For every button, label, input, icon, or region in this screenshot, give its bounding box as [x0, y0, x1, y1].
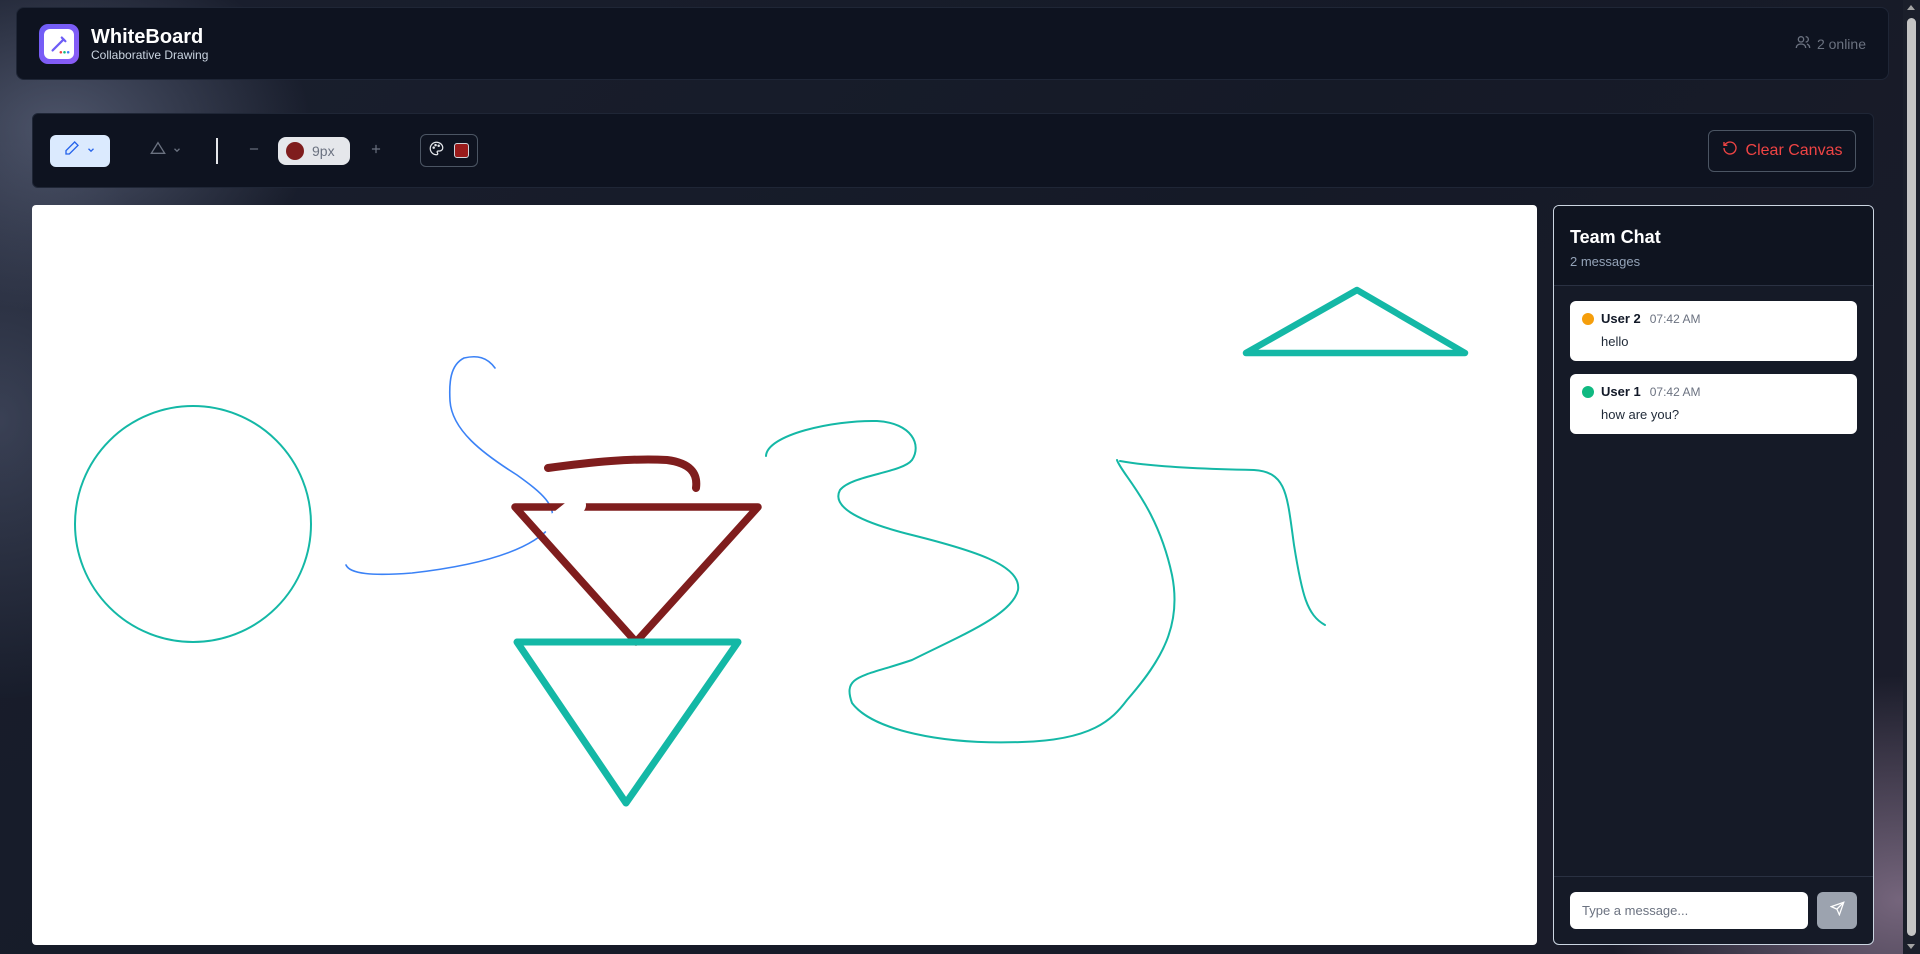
teal-triangle-top-right — [1242, 286, 1469, 357]
decrease-size-button[interactable] — [240, 135, 268, 167]
drawing-canvas[interactable] — [32, 205, 1537, 945]
message-time: 07:42 AM — [1649, 384, 1701, 399]
maroon-arc-stroke — [544, 455, 701, 492]
user-status-dot — [1582, 385, 1594, 398]
shape-tool-button[interactable] — [136, 135, 196, 167]
rotate-ccw-icon — [1722, 140, 1738, 161]
triangle-icon — [150, 140, 166, 161]
blue-freehand-stroke — [345, 355, 554, 576]
message-user: User 1 — [1601, 384, 1641, 399]
chat-message-count: 2 messages — [1570, 254, 1641, 269]
drawing-toolbar: 9px Clear Canvas — [32, 113, 1874, 188]
chat-title: Team Chat — [1570, 227, 1661, 247]
message-text: hello — [1601, 334, 1629, 349]
brush-size-value: 9px — [312, 142, 335, 159]
teal-circle-stroke — [74, 405, 312, 643]
team-chat-panel: Team Chat 2 messages User 2 07:42 AM hel… — [1553, 205, 1874, 945]
online-count: 2 online — [1816, 35, 1866, 52]
users-icon — [1795, 34, 1811, 53]
send-message-button[interactable] — [1817, 892, 1857, 929]
app-header: WhiteBoard Collaborative Drawing 2 onlin… — [16, 7, 1889, 80]
page-scrollbar[interactable] — [1903, 0, 1920, 954]
pencil-logo-icon — [44, 28, 74, 59]
pen-tool-button[interactable] — [50, 134, 110, 167]
chevron-down-icon — [172, 142, 182, 160]
teal-freehand-stroke-2 — [1119, 460, 1326, 626]
brush-color-dot — [286, 141, 304, 160]
chat-composer — [1554, 876, 1873, 944]
current-color-swatch — [454, 143, 469, 158]
increase-size-button[interactable] — [362, 135, 390, 167]
scroll-down-arrow-icon[interactable] — [1907, 944, 1915, 949]
app-title: WhiteBoard — [91, 25, 204, 48]
message-time: 07:42 AM — [1649, 311, 1701, 326]
chat-message-input[interactable] — [1570, 892, 1808, 929]
chat-message: User 2 07:42 AM hello — [1570, 301, 1857, 361]
color-picker-button[interactable] — [420, 134, 478, 167]
minus-icon — [247, 140, 261, 161]
message-text: how are you? — [1601, 407, 1680, 422]
plus-icon — [369, 140, 383, 161]
brush-size-display: 9px — [278, 136, 350, 165]
app-subtitle: Collaborative Drawing — [91, 47, 209, 62]
chat-messages: User 2 07:42 AM hello User 1 07:42 AM ho… — [1554, 286, 1873, 876]
pencil-icon — [64, 140, 80, 161]
chat-header: Team Chat 2 messages — [1554, 206, 1873, 286]
logo — [39, 23, 79, 64]
teal-freehand-stroke-1 — [765, 419, 1176, 744]
toolbar-divider — [216, 137, 218, 164]
teal-triangle-stroke — [513, 638, 742, 807]
online-indicator: 2 online — [1795, 34, 1866, 53]
scroll-thumb[interactable] — [1907, 18, 1916, 936]
message-user: User 2 — [1601, 311, 1641, 326]
clear-canvas-button[interactable]: Clear Canvas — [1708, 129, 1856, 172]
clear-canvas-label: Clear Canvas — [1745, 141, 1843, 159]
send-icon — [1829, 900, 1845, 921]
chat-message: User 1 07:42 AM how are you? — [1570, 374, 1857, 434]
user-status-dot — [1582, 312, 1594, 325]
chevron-down-icon — [86, 142, 96, 160]
palette-icon — [429, 141, 444, 161]
scroll-up-arrow-icon[interactable] — [1907, 5, 1915, 10]
